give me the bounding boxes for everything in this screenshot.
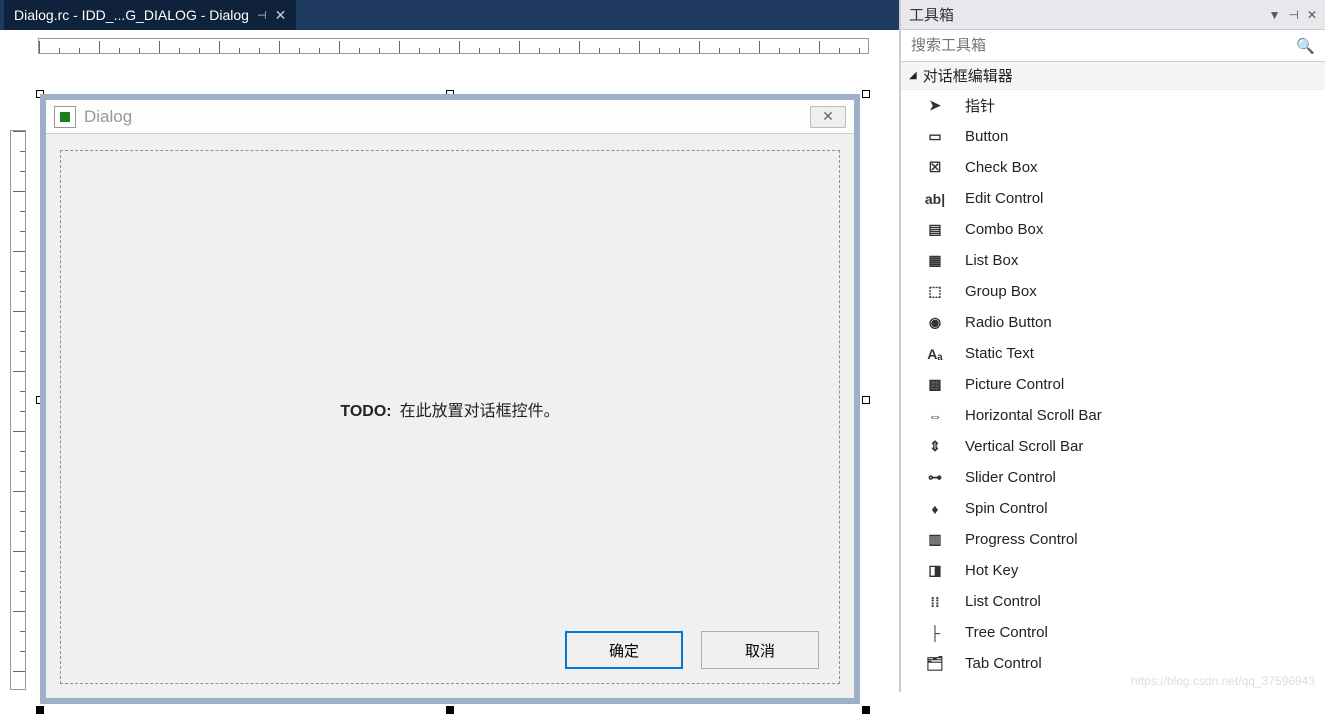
- toolbox-item-label: Progress Control: [965, 531, 1078, 548]
- toolbox-item-radio[interactable]: ◉ Radio Button: [901, 307, 1325, 338]
- search-input[interactable]: [911, 37, 1296, 54]
- toolbox-item-combo[interactable]: ▤ Combo Box: [901, 214, 1325, 245]
- group-label: 对话框编辑器: [923, 65, 1013, 86]
- toolbox-item-label: Group Box: [965, 283, 1037, 300]
- toolbox-item-tree[interactable]: ├ Tree Control: [901, 617, 1325, 648]
- toolbox-item-label: List Box: [965, 252, 1018, 269]
- toolbox-item-pointer[interactable]: ➤ 指针: [901, 90, 1325, 121]
- combo-icon: ▤: [925, 220, 945, 240]
- toolbox-item-edit[interactable]: ab| Edit Control: [901, 183, 1325, 214]
- toolbox-items: ➤ 指针 ▭ Button ☒ Check Box ab| Edit Control ▤ Comb…: [901, 90, 1325, 692]
- toolbox-item-label: Edit Control: [965, 190, 1043, 207]
- toolbox-item-label: List Control: [965, 593, 1041, 610]
- toolbox-item-label: Horizontal Scroll Bar: [965, 407, 1102, 424]
- toolbox-header: 工具箱 ▼ ⊣ ✕: [901, 0, 1325, 30]
- dialog-preview[interactable]: Dialog ✕ TODO: 在此放置对话框控件。 确定 取消: [40, 94, 860, 704]
- horizontal-ruler: [38, 38, 869, 54]
- vscroll-icon: ⇕: [925, 437, 945, 457]
- resize-handle[interactable]: [446, 706, 454, 714]
- spin-icon: ♦: [925, 499, 945, 519]
- todo-text: 在此放置对话框控件。: [400, 403, 560, 420]
- pin-icon[interactable]: ⊣: [257, 9, 267, 22]
- toolbox-search[interactable]: 🔍: [901, 30, 1325, 62]
- search-icon[interactable]: 🔍: [1296, 37, 1315, 55]
- groupbox-icon: ⬚: [925, 282, 945, 302]
- dialog-app-icon: [54, 106, 76, 128]
- toolbox-item-progress[interactable]: ▥ Progress Control: [901, 524, 1325, 555]
- dialog-titlebar[interactable]: Dialog ✕: [46, 100, 854, 134]
- toolbox-item-vscroll[interactable]: ⇕ Vertical Scroll Bar: [901, 431, 1325, 462]
- checkbox-icon: ☒: [925, 158, 945, 178]
- toolbox-panel: 工具箱 ▼ ⊣ ✕ 🔍 ◢ 对话框编辑器 ➤ 指针 ▭ Button ☒ Check Bo…: [900, 0, 1325, 692]
- dialog-client-area[interactable]: TODO: 在此放置对话框控件。 确定 取消: [60, 150, 840, 684]
- toolbox-item-label: Combo Box: [965, 221, 1043, 238]
- tree-icon: ├: [925, 623, 945, 643]
- collapse-icon: ◢: [909, 70, 917, 81]
- design-surface[interactable]: Dialog ✕ TODO: 在此放置对话框控件。 确定 取消: [0, 30, 899, 692]
- cancel-button[interactable]: 取消: [701, 631, 819, 669]
- toolbox-item-label: Radio Button: [965, 314, 1052, 331]
- radio-icon: ◉: [925, 313, 945, 333]
- pin-icon[interactable]: ⊣: [1288, 8, 1298, 22]
- static-icon: Aₐ: [925, 344, 945, 364]
- toolbox-item-label: Tab Control: [965, 655, 1042, 672]
- tab-title: Dialog.rc - IDD_...G_DIALOG - Dialog: [14, 7, 249, 23]
- toolbox-item-label: 指针: [965, 95, 995, 116]
- listbox-icon: ▦: [925, 251, 945, 271]
- picture-icon: ▩: [925, 375, 945, 395]
- toolbox-item-hscroll[interactable]: ⇔ Horizontal Scroll Bar: [901, 400, 1325, 431]
- toolbox-item-spin[interactable]: ♦ Spin Control: [901, 493, 1325, 524]
- hscroll-icon: ⇔: [925, 406, 945, 426]
- toolbox-item-tab[interactable]: 🗂 Tab Control: [901, 648, 1325, 679]
- resize-handle[interactable]: [862, 90, 870, 98]
- toolbox-item-label: Vertical Scroll Bar: [965, 438, 1083, 455]
- progress-icon: ▥: [925, 530, 945, 550]
- edit-icon: ab|: [925, 189, 945, 209]
- document-tab[interactable]: Dialog.rc - IDD_...G_DIALOG - Dialog ⊣ ✕: [4, 0, 296, 30]
- listctrl-icon: ⁞⁞: [925, 592, 945, 612]
- toolbox-item-label: Slider Control: [965, 469, 1056, 486]
- toolbox-item-hotkey[interactable]: ◨ Hot Key: [901, 555, 1325, 586]
- slider-icon: ⊶: [925, 468, 945, 488]
- toolbox-title: 工具箱: [909, 4, 954, 25]
- toolbox-item-label: Tree Control: [965, 624, 1048, 641]
- todo-placeholder[interactable]: TODO: 在此放置对话框控件。: [61, 397, 839, 421]
- tab-icon: 🗂: [925, 654, 945, 674]
- dialog-title-text: Dialog: [84, 107, 132, 127]
- editor-area: Dialog.rc - IDD_...G_DIALOG - Dialog ⊣ ✕…: [0, 0, 900, 692]
- todo-label: TODO:: [340, 403, 391, 420]
- tab-bar: Dialog.rc - IDD_...G_DIALOG - Dialog ⊣ ✕: [0, 0, 899, 30]
- pointer-icon: ➤: [925, 96, 945, 116]
- close-icon[interactable]: ✕: [1307, 8, 1317, 22]
- toolbox-item-label: Spin Control: [965, 500, 1048, 517]
- toolbox-item-listbox[interactable]: ▦ List Box: [901, 245, 1325, 276]
- resize-handle[interactable]: [862, 706, 870, 714]
- toolbox-item-label: Static Text: [965, 345, 1034, 362]
- resize-handle[interactable]: [862, 396, 870, 404]
- resize-handle[interactable]: [36, 706, 44, 714]
- toolbox-item-label: Picture Control: [965, 376, 1064, 393]
- toolbox-item-label: Check Box: [965, 159, 1038, 176]
- ok-button[interactable]: 确定: [565, 631, 683, 669]
- toolbox-item-picture[interactable]: ▩ Picture Control: [901, 369, 1325, 400]
- dropdown-icon[interactable]: ▼: [1269, 8, 1281, 22]
- toolbox-item-label: Hot Key: [965, 562, 1018, 579]
- toolbox-item-label: Button: [965, 128, 1008, 145]
- toolbox-item-button[interactable]: ▭ Button: [901, 121, 1325, 152]
- vertical-ruler: [10, 130, 26, 690]
- dialog-close-icon[interactable]: ✕: [810, 106, 846, 128]
- toolbox-item-slider[interactable]: ⊶ Slider Control: [901, 462, 1325, 493]
- toolbox-item-groupbox[interactable]: ⬚ Group Box: [901, 276, 1325, 307]
- toolbox-item-listctrl[interactable]: ⁞⁞ List Control: [901, 586, 1325, 617]
- close-icon[interactable]: ✕: [275, 7, 287, 24]
- button-icon: ▭: [925, 127, 945, 147]
- toolbox-group-header[interactable]: ◢ 对话框编辑器: [901, 62, 1325, 90]
- hotkey-icon: ◨: [925, 561, 945, 581]
- toolbox-item-checkbox[interactable]: ☒ Check Box: [901, 152, 1325, 183]
- toolbox-item-static[interactable]: Aₐ Static Text: [901, 338, 1325, 369]
